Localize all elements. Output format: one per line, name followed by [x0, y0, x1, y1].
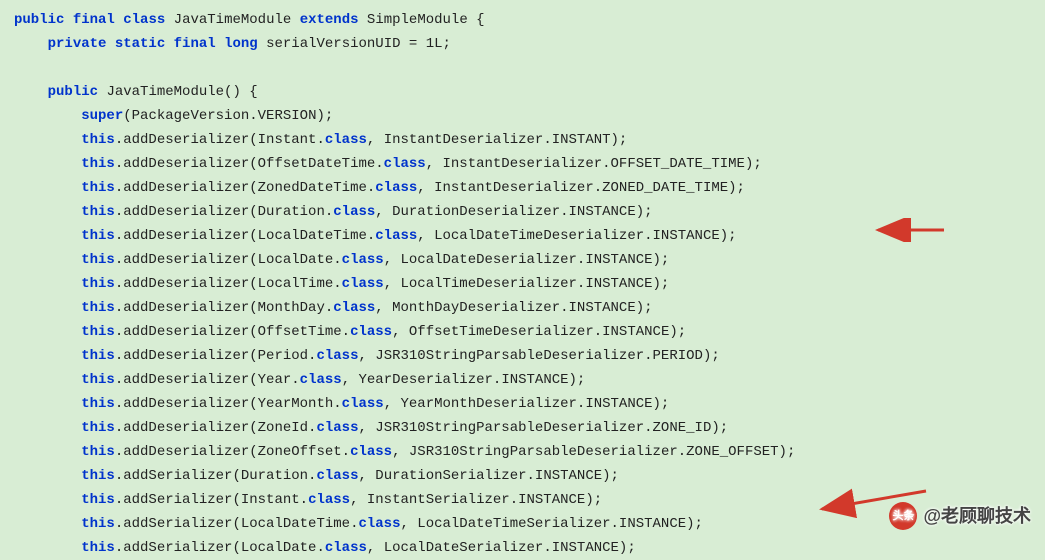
code-line: this.addDeserializer(MonthDay.class, Mon…: [14, 300, 653, 316]
watermark-logo-text: 头条: [892, 504, 914, 528]
watermark: 头条 @老顾聊技术: [889, 502, 1031, 530]
code-line: this.addDeserializer(YearMonth.class, Ye…: [14, 396, 669, 412]
code-line: this.addSerializer(LocalDateTime.class, …: [14, 516, 703, 532]
code-line: this.addDeserializer(Duration.class, Dur…: [14, 204, 653, 220]
code-line: this.addSerializer(LocalDate.class, Loca…: [14, 540, 636, 556]
code-line: this.addDeserializer(OffsetTime.class, O…: [14, 324, 686, 340]
code-line: this.addSerializer(Duration.class, Durat…: [14, 468, 619, 484]
watermark-text: @老顾聊技术: [923, 504, 1031, 528]
code-line: super(PackageVersion.VERSION);: [14, 108, 333, 124]
code-line: this.addDeserializer(ZoneId.class, JSR31…: [14, 420, 728, 436]
code-line: this.addDeserializer(Instant.class, Inst…: [14, 132, 627, 148]
code-line: this.addDeserializer(LocalDate.class, Lo…: [14, 252, 669, 268]
code-line: this.addDeserializer(OffsetDateTime.clas…: [14, 156, 762, 172]
code-line: public JavaTimeModule() {: [14, 84, 258, 100]
code-line: this.addDeserializer(ZonedDateTime.class…: [14, 180, 745, 196]
code-block: public final class JavaTimeModule extend…: [0, 0, 1045, 560]
code-line: this.addDeserializer(Period.class, JSR31…: [14, 348, 720, 364]
toutiao-logo-icon: 头条: [889, 502, 917, 530]
code-line: private static final long serialVersionU…: [14, 36, 451, 52]
code-line: public final class JavaTimeModule extend…: [14, 12, 485, 28]
code-line: this.addDeserializer(LocalDateTime.class…: [14, 228, 737, 244]
code-line: this.addDeserializer(ZoneOffset.class, J…: [14, 444, 795, 460]
code-line: this.addDeserializer(Year.class, YearDes…: [14, 372, 585, 388]
code-line: this.addDeserializer(LocalTime.class, Lo…: [14, 276, 669, 292]
code-line: this.addSerializer(Instant.class, Instan…: [14, 492, 602, 508]
